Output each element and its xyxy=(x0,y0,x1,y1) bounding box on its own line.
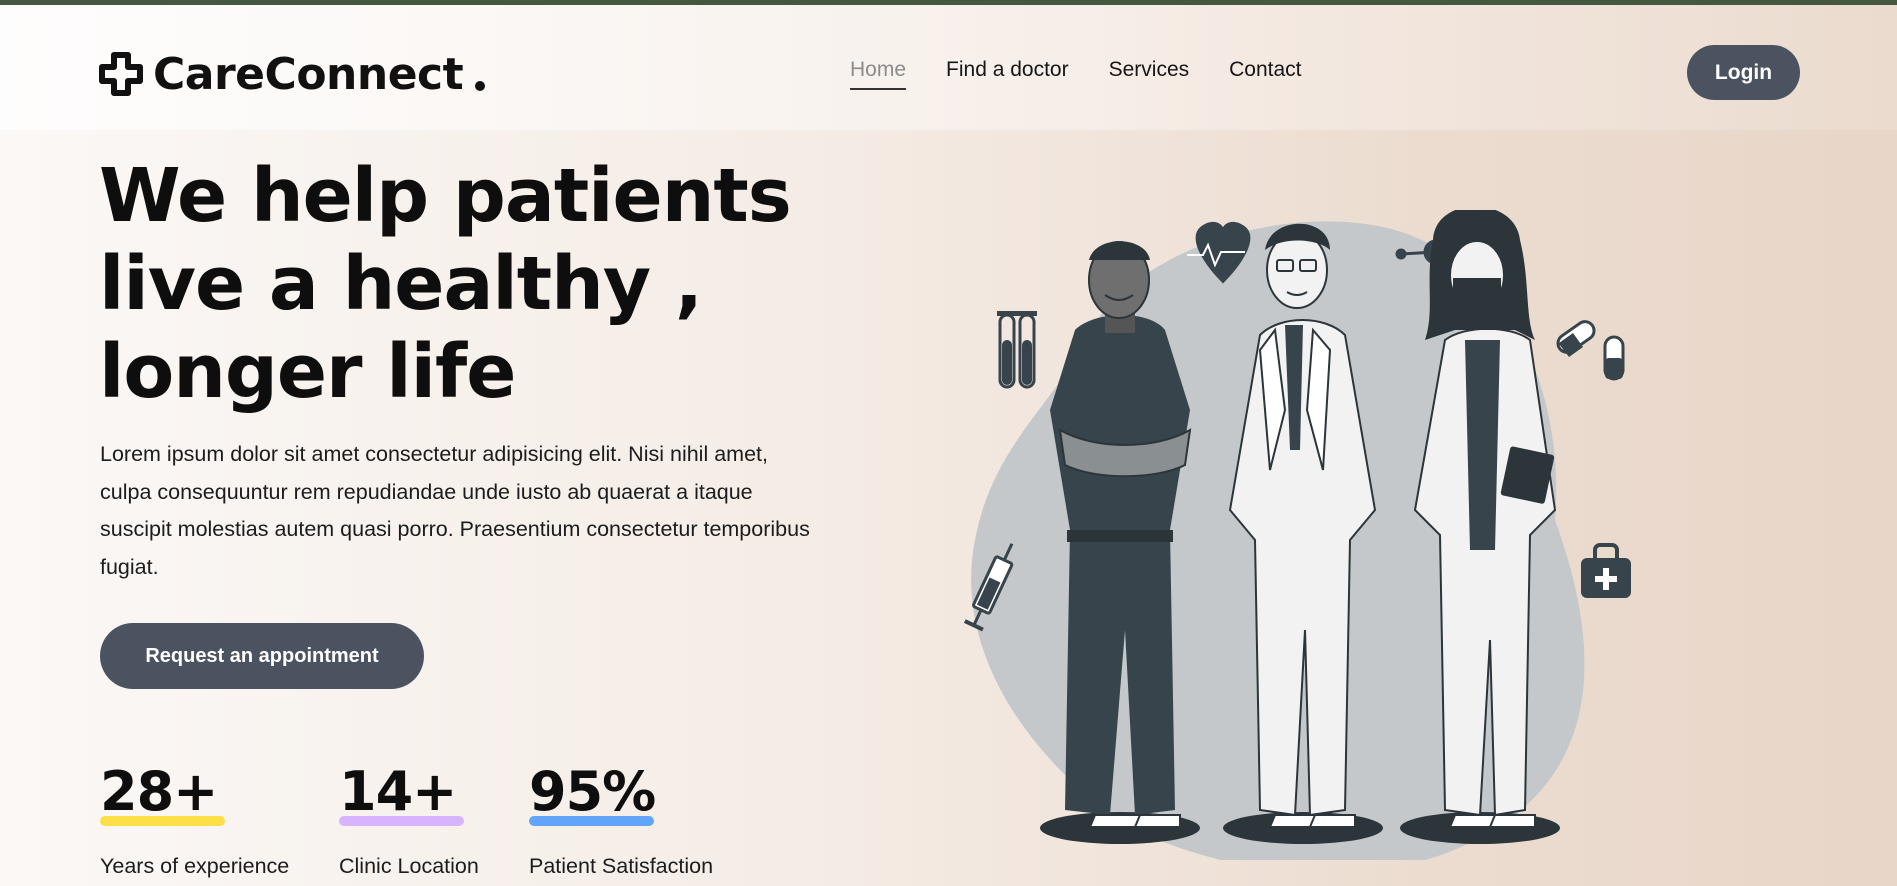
nav-contact[interactable]: Contact xyxy=(1229,58,1301,90)
brand-logo[interactable]: CareConnect xyxy=(99,48,486,100)
stat-value: 28+ xyxy=(100,760,218,823)
stat-years-experience: 28+ Years of experience xyxy=(100,760,289,878)
brand-name: CareConnect xyxy=(153,48,464,100)
hero-title: We help patients live a healthy , longer… xyxy=(99,152,819,416)
pill-icon xyxy=(1556,320,1625,381)
stat-value: 95% xyxy=(529,760,656,823)
login-button[interactable]: Login xyxy=(1687,45,1800,100)
nav-services[interactable]: Services xyxy=(1109,58,1190,90)
main-nav: Home Find a doctor Services Contact xyxy=(850,58,1302,90)
stat-label: Years of experience xyxy=(100,854,290,878)
brand-dot xyxy=(475,81,486,91)
stat-label: Clinic Location xyxy=(339,854,479,878)
doctors-illustration xyxy=(963,210,1631,860)
navbar: CareConnect Home Find a doctor Services … xyxy=(0,5,1897,130)
nav-find-a-doctor[interactable]: Find a doctor xyxy=(946,58,1069,90)
hero-title-line: live a healthy , xyxy=(99,241,703,327)
hero-description: Lorem ipsum dolor sit amet consectetur a… xyxy=(100,442,810,579)
test-tubes-icon xyxy=(997,311,1037,389)
nav-home[interactable]: Home xyxy=(850,58,907,90)
stat-patient-satisfaction: 95% Patient Satisfaction xyxy=(529,760,713,878)
stat-label: Patient Satisfaction xyxy=(529,854,714,878)
request-appointment-button[interactable]: Request an appointment xyxy=(100,623,424,689)
plus-logo-icon xyxy=(99,52,143,96)
hero-title-line: We help patients xyxy=(99,153,792,239)
stat-clinic-location: 14+ Clinic Location xyxy=(339,760,479,878)
first-aid-kit-icon xyxy=(1581,543,1631,598)
stat-value: 14+ xyxy=(339,760,457,823)
hero-title-line: longer life xyxy=(99,329,516,415)
